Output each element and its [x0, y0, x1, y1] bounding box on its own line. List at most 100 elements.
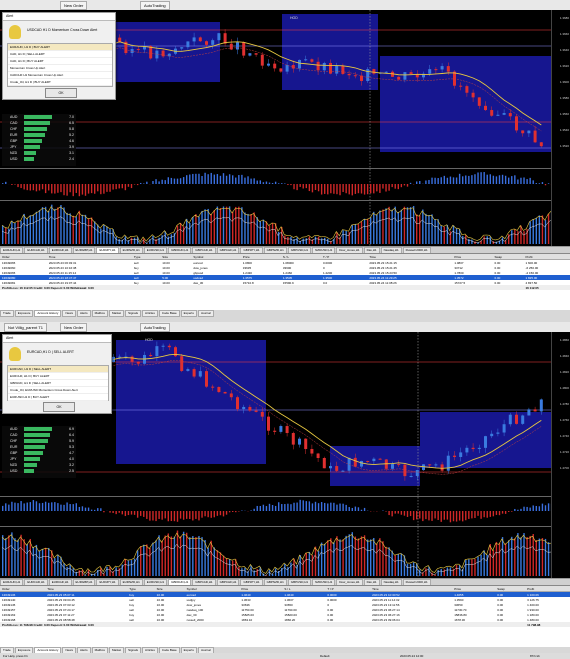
alert-list-item[interactable]: EURAUD, H1 D | BUY ALERT [8, 44, 112, 51]
candle [384, 71, 388, 73]
alert-list[interactable]: EURAUD, H1 D | BUY ALERT CAD, H1 D | SELL… [7, 43, 113, 87]
osc-bar [425, 180, 427, 184]
osc-bar [327, 503, 329, 511]
candle [211, 40, 215, 45]
osc-bar [259, 506, 261, 511]
price-tick: 1.3540 [559, 128, 569, 132]
alert-list-item[interactable]: EURUSD H1 D | BUY ALERT [8, 394, 108, 401]
strength-bar [24, 457, 40, 461]
osc-bar [109, 184, 111, 192]
osc-bar [17, 184, 19, 188]
terminal-tab[interactable]: Account History [34, 310, 62, 317]
osc2-bar [517, 231, 519, 244]
alert-list-item[interactable]: Momentum Cross Up Alert [8, 65, 112, 72]
terminal-tab[interactable]: Mailbox [91, 310, 108, 317]
osc2-bar [287, 236, 289, 244]
candle [161, 345, 165, 347]
osc2-bar [532, 219, 534, 244]
osc-bar [112, 184, 114, 190]
alert-list[interactable]: EURCAD, H1 D | SELL ALERT EURCHF, H1 D | … [7, 365, 109, 401]
new-order-button[interactable]: New Order [60, 323, 88, 332]
osc2-bar [170, 234, 173, 244]
terminal-tab[interactable]: Code Base [158, 310, 180, 317]
osc-bar [54, 184, 56, 194]
alert-list-item[interactable]: CADCHF H1 Momentum Cross Up Alert [8, 72, 112, 79]
osc-bar [262, 182, 265, 184]
pane-separator [0, 496, 552, 497]
osc-bar [97, 508, 99, 511]
strength-value: 2.5 [69, 469, 74, 473]
candle [533, 130, 537, 143]
new-order-button[interactable]: New Order [60, 1, 88, 10]
osc-bar [385, 184, 387, 192]
osc2-bar [314, 546, 317, 576]
terminal-tab[interactable]: Alerts [76, 310, 91, 317]
osc2-bar [406, 563, 409, 576]
terminal-tab[interactable]: Signals [125, 310, 141, 317]
osc-bar [235, 511, 237, 513]
osc2-bar [207, 547, 209, 576]
terminal-tab[interactable]: Trade [0, 310, 14, 317]
osc2-bar [501, 237, 504, 244]
candle [180, 47, 184, 49]
candle [459, 452, 463, 457]
osc2-bar [511, 536, 513, 576]
ok-button[interactable]: OK [43, 402, 75, 412]
osc2-bar [425, 568, 427, 576]
terminal-tab[interactable]: Market [108, 310, 125, 317]
osc2-bar [216, 206, 219, 244]
osc2-bar [342, 230, 344, 244]
strength-row: USD 2.5 [2, 468, 76, 474]
osc2-bar [146, 544, 148, 576]
autotrading-button[interactable]: AutoTrading [140, 323, 170, 332]
osc2-bar [17, 220, 19, 244]
osc-bar [164, 180, 166, 184]
osc-bar [468, 175, 470, 184]
terminal-tab[interactable]: News [62, 310, 76, 317]
alert-list-item[interactable]: CAD, H1 D | SELL ALERT [8, 51, 112, 58]
osc-bar [259, 180, 261, 184]
alert-list-item[interactable]: EURCHF, H1 D | BUY ALERT [8, 373, 108, 380]
alert-list-item[interactable]: GBPAUD, H1 D | SELL ALERT [8, 380, 108, 387]
osc-bar [164, 511, 166, 519]
terminal-tab[interactable]: Experts [180, 310, 197, 317]
osc2-bar [437, 219, 439, 244]
osc-bar [508, 511, 510, 512]
autotrading-button[interactable]: AutoTrading [140, 1, 170, 10]
price-tick: 1.3640 [559, 48, 569, 52]
total-profit: 11 798.98 [525, 622, 570, 627]
alert-list-item[interactable]: EURCAD, H1 D | SELL ALERT [8, 366, 108, 373]
osc2-bar [48, 547, 50, 576]
osc2-bar [382, 541, 384, 576]
candle [428, 69, 432, 74]
ok-button[interactable]: OK [45, 88, 77, 98]
candle [353, 457, 357, 467]
osc-bar [121, 184, 123, 189]
alert-list-item[interactable]: CAD, H1 D | BUY ALERT [8, 58, 112, 65]
alert-list-item[interactable]: Crude_Oil, H1 D | BUY ALERT [8, 79, 112, 86]
osc2-bar [360, 536, 363, 576]
osc-bar [305, 501, 307, 511]
terminal-tab[interactable]: Exposure [14, 310, 34, 317]
alert-list-item[interactable]: Crude_Oil, EURUSD Momentum Cross Down Al… [8, 387, 108, 394]
candle [260, 54, 264, 66]
osc2-bar [284, 235, 286, 244]
terminal-tab[interactable]: Articles [141, 310, 158, 317]
osc-bar [293, 184, 295, 190]
osc-bar [440, 177, 442, 184]
osc-bar [394, 511, 396, 514]
osc-bar [363, 184, 366, 195]
osc-bar [465, 175, 467, 184]
osc-bar [278, 502, 280, 511]
strength-bar [24, 469, 34, 473]
terminal-tab[interactable]: Journal [197, 310, 214, 317]
zone-box [282, 14, 378, 90]
osc2-bar [327, 238, 329, 244]
candle [260, 411, 264, 417]
osc-bar [256, 505, 258, 511]
osc-bar [293, 502, 295, 511]
osc-bar [210, 172, 212, 184]
osc2-bar [66, 566, 68, 576]
osc-bar [348, 507, 350, 511]
osc-bar [290, 504, 292, 511]
